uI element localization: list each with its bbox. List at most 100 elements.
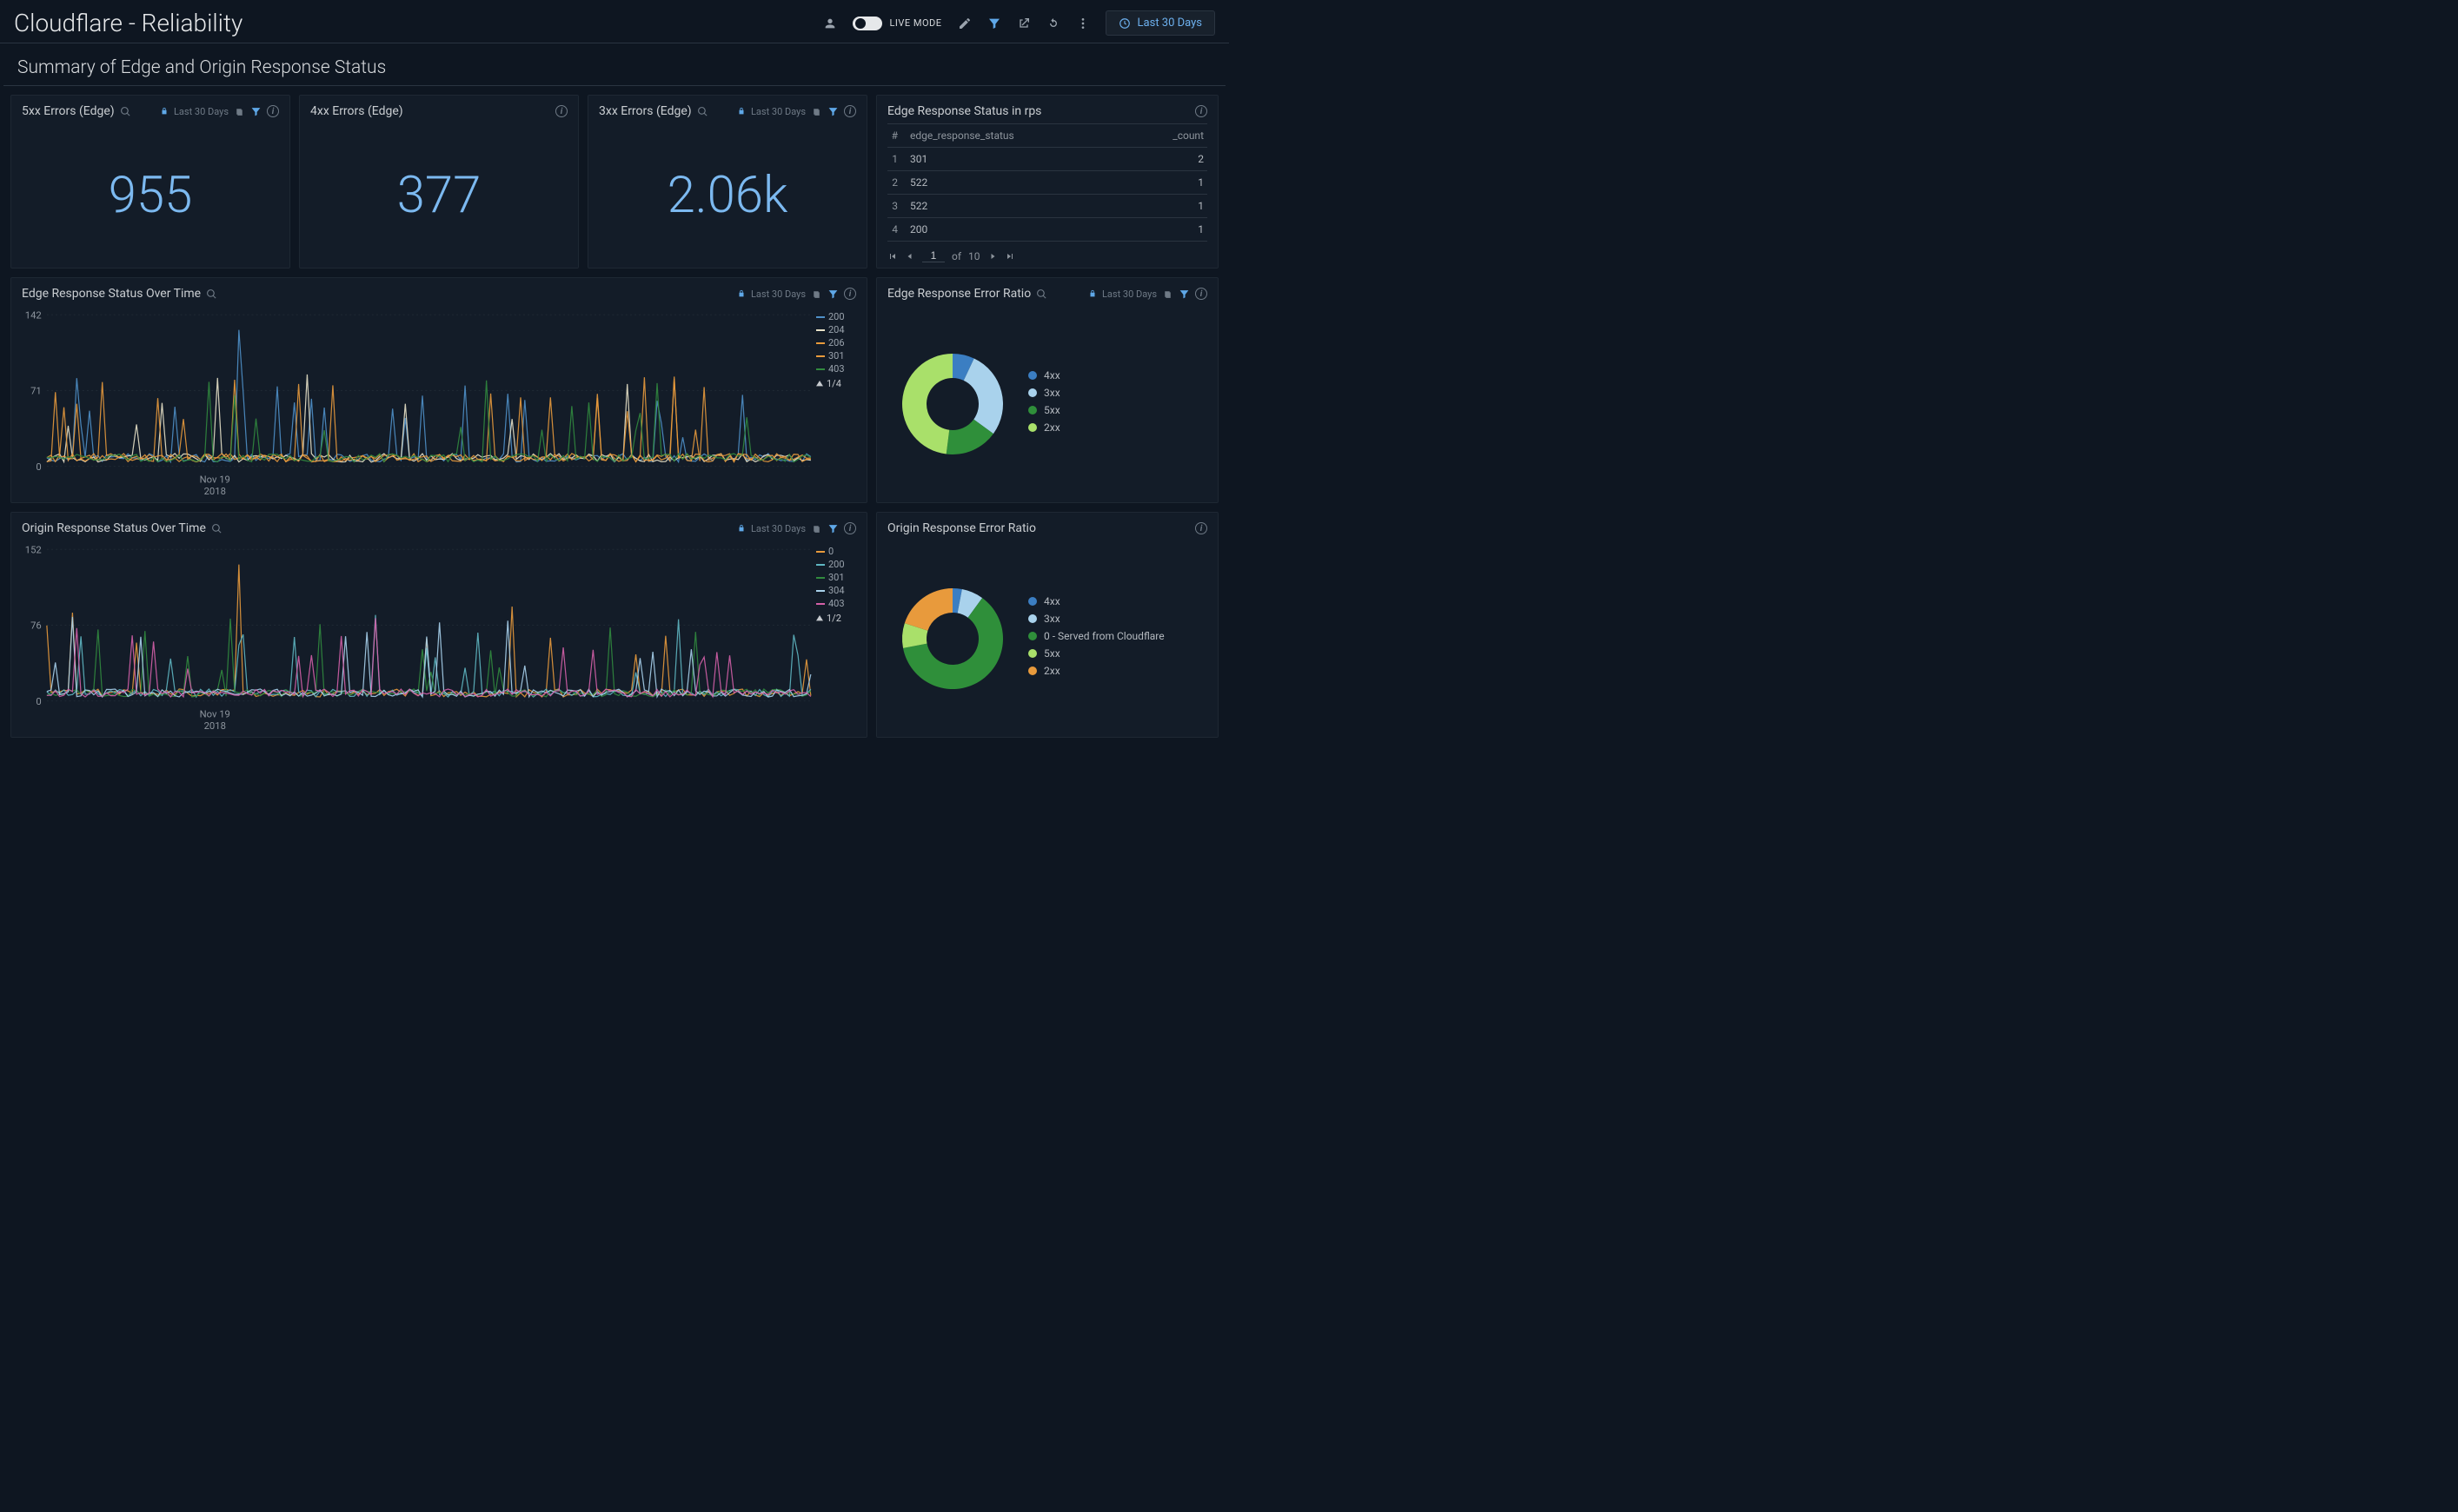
dashboard-title: Cloudflare - Reliability — [14, 9, 823, 37]
panel-edge-rps-table: Edge Response Status in rps i # edge_res… — [876, 95, 1219, 269]
panel-title: 5xx Errors (Edge) — [22, 104, 115, 118]
legend-pager[interactable]: 1/4 — [816, 378, 860, 389]
legend-item[interactable]: 2xx — [1028, 665, 1165, 677]
table-row[interactable]: 35221 — [887, 195, 1207, 218]
filter-icon[interactable] — [827, 523, 839, 534]
copy-icon[interactable] — [811, 288, 822, 300]
legend-item[interactable]: 403 — [816, 363, 860, 375]
info-icon[interactable]: i — [1195, 522, 1207, 534]
filter-icon[interactable] — [250, 106, 262, 117]
svg-text:0: 0 — [36, 695, 41, 707]
copy-icon[interactable] — [1162, 288, 1173, 300]
magnify-icon[interactable] — [211, 523, 223, 534]
page-next-icon[interactable] — [987, 251, 998, 262]
legend-item[interactable]: 3xx — [1028, 387, 1060, 399]
filter-icon[interactable] — [827, 106, 839, 117]
svg-text:Nov 19: Nov 19 — [200, 473, 230, 485]
timerange-label: Last 30 Days — [1138, 17, 1202, 30]
lock-icon — [737, 107, 746, 116]
panel-title: Origin Response Error Ratio — [887, 521, 1036, 535]
share-icon[interactable] — [1017, 17, 1031, 30]
panel-range: Last 30 Days — [174, 106, 229, 117]
refresh-icon[interactable] — [1046, 17, 1060, 30]
table-row[interactable]: 25221 — [887, 171, 1207, 195]
edit-icon[interactable] — [958, 17, 972, 30]
lock-icon — [160, 107, 169, 116]
edge-line-chart[interactable]: 071142Nov 192018Nov 262018Dec 032018 — [15, 309, 816, 499]
legend-item[interactable]: 5xx — [1028, 647, 1165, 660]
legend-item[interactable]: 4xx — [1028, 595, 1165, 607]
legend-item[interactable]: 3xx — [1028, 613, 1165, 625]
page-input[interactable] — [922, 249, 945, 262]
panel-range: Last 30 Days — [751, 106, 806, 117]
filter-icon[interactable] — [827, 288, 839, 300]
panel-range: Last 30 Days — [1102, 288, 1157, 300]
info-icon[interactable]: i — [1195, 105, 1207, 117]
origin-donut-chart[interactable] — [887, 574, 1018, 704]
col-status: edge_response_status — [907, 124, 1155, 148]
svg-text:71: 71 — [30, 385, 42, 397]
panel-title: Edge Response Status in rps — [887, 104, 1041, 118]
info-icon[interactable]: i — [844, 105, 856, 117]
filter-icon[interactable] — [1179, 288, 1190, 300]
legend-pager[interactable]: 1/2 — [816, 613, 860, 624]
panel-title: 3xx Errors (Edge) — [599, 104, 692, 118]
legend-item[interactable]: 200 — [816, 311, 860, 322]
timerange-button[interactable]: Last 30 Days — [1106, 10, 1215, 36]
info-icon[interactable]: i — [555, 105, 568, 117]
legend-item[interactable]: 0 - Served from Cloudflare — [1028, 630, 1165, 642]
svg-text:76: 76 — [30, 620, 42, 632]
clock-icon — [1119, 17, 1131, 30]
legend-item[interactable]: 204 — [816, 324, 860, 335]
bignum-4xx: 377 — [300, 123, 578, 268]
magnify-icon[interactable] — [697, 106, 708, 117]
panel-origin-ratio: Origin Response Error Ratio i 4xx 3xx 0 - … — [876, 512, 1219, 738]
filter-icon[interactable] — [987, 17, 1001, 30]
legend-item[interactable]: 5xx — [1028, 404, 1060, 416]
header-toolbar: LIVE MODE Last 30 Days — [823, 10, 1215, 36]
copy-icon[interactable] — [811, 523, 822, 534]
page-prev-icon[interactable] — [905, 251, 915, 262]
legend-item[interactable]: 4xx — [1028, 369, 1060, 381]
legend-item[interactable]: 2xx — [1028, 421, 1060, 434]
info-icon[interactable]: i — [844, 522, 856, 534]
info-icon[interactable]: i — [1195, 288, 1207, 300]
edge-rps-table: # edge_response_status _count 1301225221… — [887, 123, 1207, 242]
legend-item[interactable]: 403 — [816, 598, 860, 609]
col-idx: # — [887, 124, 907, 148]
panel-title: Edge Response Status Over Time — [22, 287, 201, 301]
origin-line-chart[interactable]: 076152Nov 192018Nov 262018Dec 032018 — [15, 544, 816, 733]
edge-donut-legend: 4xx 3xx 5xx 2xx — [1028, 369, 1060, 439]
table-row[interactable]: 13012 — [887, 148, 1207, 171]
copy-icon[interactable] — [234, 106, 245, 117]
dashboard-grid: 5xx Errors (Edge) Last 30 Days i 955 4xx… — [0, 86, 1229, 746]
lock-icon — [1088, 289, 1097, 298]
legend-item[interactable]: 206 — [816, 337, 860, 348]
magnify-icon[interactable] — [1036, 288, 1047, 300]
table-row[interactable]: 42001 — [887, 218, 1207, 242]
legend-item[interactable]: 200 — [816, 559, 860, 570]
magnify-icon[interactable] — [120, 106, 131, 117]
info-icon[interactable]: i — [267, 105, 279, 117]
table-pager: of 10 — [877, 244, 1218, 268]
section-title: Summary of Edge and Origin Response Stat… — [3, 43, 1226, 86]
origin-line-legend: 0 200 301 304 403 1/2 — [816, 544, 860, 733]
edge-donut-chart[interactable] — [887, 339, 1018, 469]
user-icon[interactable] — [823, 17, 837, 30]
info-icon[interactable]: i — [844, 288, 856, 300]
page-first-icon[interactable] — [887, 251, 898, 262]
panel-origin-over-time: Origin Response Status Over Time Last 30… — [10, 512, 867, 738]
svg-text:Nov 19: Nov 19 — [200, 707, 230, 720]
legend-item[interactable]: 301 — [816, 572, 860, 583]
live-mode-toggle[interactable]: LIVE MODE — [853, 17, 941, 30]
svg-text:2018: 2018 — [204, 720, 226, 732]
legend-item[interactable]: 304 — [816, 585, 860, 596]
magnify-icon[interactable] — [206, 288, 217, 300]
more-icon[interactable] — [1076, 17, 1090, 30]
live-mode-label: LIVE MODE — [889, 17, 941, 29]
copy-icon[interactable] — [811, 106, 822, 117]
legend-item[interactable]: 301 — [816, 350, 860, 361]
page-last-icon[interactable] — [1005, 251, 1015, 262]
legend-item[interactable]: 0 — [816, 546, 860, 557]
panel-4xx-edge: 4xx Errors (Edge) i 377 — [299, 95, 579, 269]
